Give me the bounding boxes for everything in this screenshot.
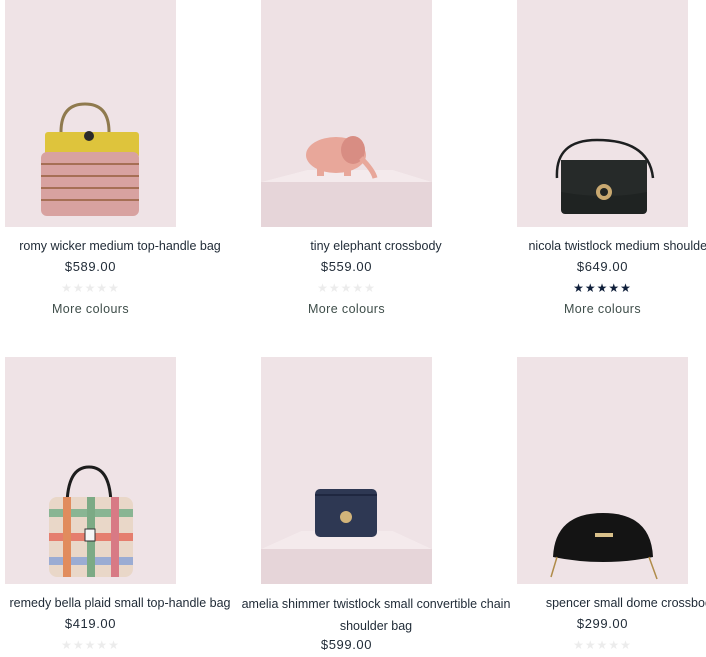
product-name[interactable]: nicola twistlock medium shoulder bag — [487, 236, 706, 257]
product-image[interactable] — [5, 357, 176, 584]
product-image[interactable] — [261, 0, 432, 227]
product-name[interactable]: spencer small dome crossbody — [487, 593, 706, 614]
product-price: $599.00 — [320, 637, 373, 652]
product-price: $589.00 — [64, 259, 117, 274]
product-image[interactable] — [5, 0, 176, 227]
product-image[interactable] — [517, 0, 688, 227]
product-image[interactable] — [261, 357, 432, 584]
black-shoulder-bag-image — [517, 0, 688, 227]
rating-stars: ★★★★★ — [61, 638, 120, 652]
product-price: $649.00 — [576, 259, 629, 274]
wicker-bag-image — [5, 0, 176, 227]
product-name[interactable]: romy wicker medium top-handle bag — [0, 236, 265, 257]
product-price: $299.00 — [576, 616, 629, 631]
product-name[interactable]: remedy bella plaid small top-handle bag — [0, 593, 265, 614]
more-colours-link[interactable]: More colours — [517, 302, 688, 316]
plaid-bag-image — [5, 357, 176, 584]
product-name[interactable]: amelia shimmer twistlock small convertib… — [231, 593, 521, 637]
elephant-bag-image — [261, 0, 432, 227]
more-colours-link[interactable]: More colours — [5, 302, 176, 316]
product-image[interactable] — [517, 357, 688, 584]
rating-stars: ★★★★★ — [573, 638, 632, 652]
black-dome-bag-image — [517, 357, 688, 584]
product-price: $559.00 — [320, 259, 373, 274]
product-name[interactable]: tiny elephant crossbody — [231, 236, 521, 257]
rating-stars: ★★★★★ — [61, 281, 120, 295]
more-colours-link[interactable]: More colours — [261, 302, 432, 316]
rating-stars: ★★★★★ — [573, 281, 632, 295]
product-price: $419.00 — [64, 616, 117, 631]
rating-stars: ★★★★★ — [317, 281, 376, 295]
navy-chain-bag-image — [261, 357, 432, 584]
